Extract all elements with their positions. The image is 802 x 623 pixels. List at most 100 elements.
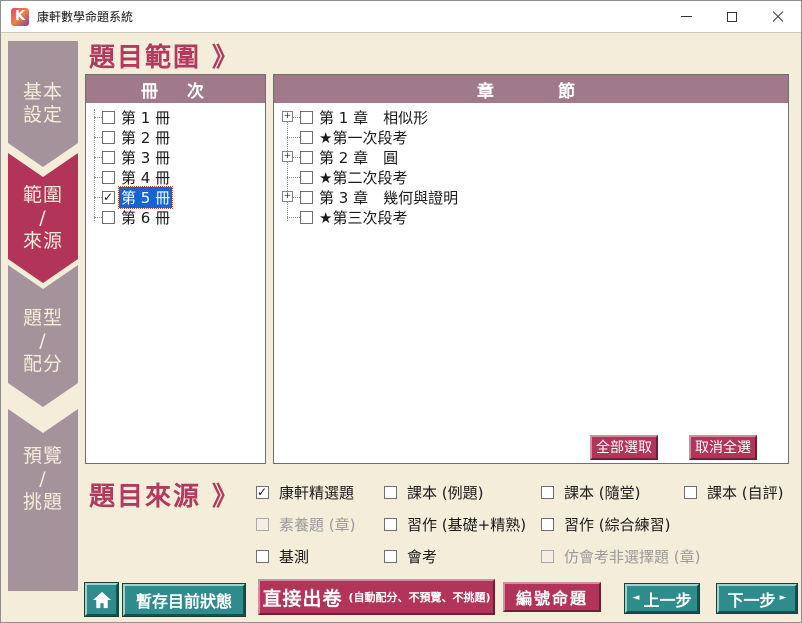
source-basic-test: ✓ 基測 — [256, 546, 309, 567]
volume-4-checkbox[interactable]: ✓ — [102, 171, 115, 184]
tab-label: 來源 — [23, 230, 63, 253]
source-literacy: ✓ 素養題 (章) — [256, 514, 355, 535]
home-button[interactable] — [85, 583, 118, 616]
chapter-row-5: + ✓ 第 3 章 幾何與證明 — [274, 187, 788, 207]
volume-1-checkbox[interactable]: ✓ — [102, 111, 115, 124]
tab-label: 題型 — [23, 307, 63, 330]
prev-step-label: 上一步 — [643, 587, 691, 611]
direct-generate-sublabel: (自動配分、不預覽、不挑題) — [348, 589, 490, 605]
chapter-3-checkbox[interactable]: ✓ — [300, 191, 313, 204]
chapter-2-label[interactable]: 第 2 章 圓 — [317, 147, 400, 168]
source-label[interactable]: 課本 (例題) — [407, 482, 483, 503]
numbered-generate-button[interactable]: 編號命題 — [503, 582, 601, 612]
source-label[interactable]: 習作 (綜合練習) — [564, 514, 670, 535]
app-window: K 康軒數學命題系統 基本 設定 範圍 / 來源 題型 / 配分 — [0, 0, 802, 623]
volume-5-checkbox[interactable]: ✓ — [102, 191, 115, 204]
volume-2-label[interactable]: 第 2 冊 — [119, 127, 172, 148]
maximize-button[interactable] — [709, 1, 755, 32]
arrow-right-icon: ► — [780, 594, 787, 603]
source-label[interactable]: 課本 (自評) — [707, 482, 783, 503]
source-label[interactable]: 課本 (隨堂) — [564, 482, 640, 503]
source-heading: 題目來源 》 — [89, 476, 240, 513]
source-workbook-basic-checkbox[interactable]: ✓ — [384, 518, 397, 531]
sidebar-tab-basic-settings[interactable]: 基本 設定 — [8, 41, 78, 167]
source-workbook-comprehensive: ✓ 習作 (綜合練習) — [541, 514, 670, 535]
source-mock-nonchoice: ✓ 仿會考非選擇題 (章) — [541, 546, 700, 567]
volumes-list: ✓ 第 1 冊 ✓ 第 2 冊 ✓ 第 3 冊 — [86, 103, 265, 463]
source-textbook-examples-checkbox[interactable]: ✓ — [384, 486, 397, 499]
app-logo-icon: K — [11, 8, 29, 26]
source-cap-exam-checkbox[interactable]: ✓ — [384, 550, 397, 563]
chapters-panel: 章 節 + ✓ 第 1 章 相似形 ✓ ★第一次段考 — [273, 74, 789, 464]
expand-plus-icon[interactable]: + — [282, 191, 293, 202]
volumes-panel-header: 冊 次 — [86, 75, 265, 103]
source-label[interactable]: 康軒精選題 — [279, 482, 354, 503]
source-literacy-checkbox: ✓ — [256, 518, 269, 531]
chapters-panel-header: 章 節 — [274, 75, 788, 103]
source-label: 素養題 (章) — [279, 514, 355, 535]
source-workbook-basic: ✓ 習作 (基礎+精熟) — [384, 514, 526, 535]
source-textbook-selfcheck-checkbox[interactable]: ✓ — [684, 486, 697, 499]
source-mock-nonchoice-checkbox: ✓ — [541, 550, 554, 563]
check-icon: ✓ — [257, 485, 267, 499]
tab-label: 挑題 — [23, 491, 63, 514]
chapter-row-1: + ✓ 第 1 章 相似形 — [274, 107, 788, 127]
volumes-panel: 冊 次 ✓ 第 1 冊 ✓ 第 2 冊 — [85, 74, 266, 464]
volume-2-checkbox[interactable]: ✓ — [102, 131, 115, 144]
expand-plus-icon[interactable]: + — [282, 151, 293, 162]
scope-heading: 題目範圍 》 — [89, 37, 240, 74]
source-textbook-inclass-checkbox[interactable]: ✓ — [541, 486, 554, 499]
chapter-row-4: ✓ ★第二次段考 — [274, 167, 788, 187]
arrow-left-icon: ◄ — [633, 594, 640, 603]
sidebar-tab-type-scoring[interactable]: 題型 / 配分 — [8, 265, 78, 407]
direct-generate-button[interactable]: 直接出卷 (自動配分、不預覽、不挑題) — [258, 579, 495, 615]
source-label[interactable]: 基測 — [279, 546, 309, 567]
volume-3-label[interactable]: 第 3 冊 — [119, 147, 172, 168]
expand-plus-icon[interactable]: + — [282, 111, 293, 122]
source-workbook-comprehensive-checkbox[interactable]: ✓ — [541, 518, 554, 531]
exam-3-checkbox[interactable]: ✓ — [300, 211, 313, 224]
source-kangxuan-checkbox[interactable]: ✓ — [256, 486, 269, 499]
chapter-2-checkbox[interactable]: ✓ — [300, 151, 313, 164]
sidebar-tab-preview-pick[interactable]: 預覽 / 挑題 — [8, 409, 78, 591]
volume-6-label[interactable]: 第 6 冊 — [119, 207, 172, 228]
sidebar-tab-scope-source[interactable]: 範圍 / 來源 — [8, 153, 78, 283]
volume-6-checkbox[interactable]: ✓ — [102, 211, 115, 224]
volume-5-label[interactable]: 第 5 冊 — [119, 187, 172, 208]
volume-3-checkbox[interactable]: ✓ — [102, 151, 115, 164]
check-icon: ✓ — [103, 190, 113, 204]
volume-row-3: ✓ 第 3 冊 — [86, 147, 265, 167]
source-basic-test-checkbox[interactable]: ✓ — [256, 550, 269, 563]
tab-label: / — [39, 207, 46, 230]
volume-1-label[interactable]: 第 1 冊 — [119, 107, 172, 128]
exam-2-checkbox[interactable]: ✓ — [300, 171, 313, 184]
volume-row-1: ✓ 第 1 冊 — [86, 107, 265, 127]
chapter-1-checkbox[interactable]: ✓ — [300, 111, 313, 124]
prev-step-button[interactable]: ◄ 上一步 — [625, 584, 699, 613]
next-step-button[interactable]: 下一步 ► — [717, 584, 797, 613]
select-all-button[interactable]: 全部選取 — [590, 435, 658, 460]
tab-label: 範圍 — [23, 184, 63, 207]
volume-4-label[interactable]: 第 4 冊 — [119, 167, 172, 188]
source-label[interactable]: 會考 — [407, 546, 437, 567]
save-state-button[interactable]: 暫存目前狀態 — [123, 584, 245, 616]
minimize-button[interactable] — [663, 1, 709, 32]
source-label[interactable]: 習作 (基礎+精熟) — [407, 514, 526, 535]
source-label: 仿會考非選擇題 (章) — [564, 546, 700, 567]
chapter-row-6: ✓ ★第三次段考 — [274, 207, 788, 227]
chapter-3-label[interactable]: 第 3 章 幾何與證明 — [317, 187, 460, 208]
volume-row-4: ✓ 第 4 冊 — [86, 167, 265, 187]
deselect-all-button[interactable]: 取消全選 — [689, 435, 757, 460]
title-bar: K 康軒數學命題系統 — [1, 1, 801, 33]
exam-1-checkbox[interactable]: ✓ — [300, 131, 313, 144]
exam-2-label[interactable]: ★第二次段考 — [317, 167, 409, 188]
volume-row-6: ✓ 第 6 冊 — [86, 207, 265, 227]
chapters-list: + ✓ 第 1 章 相似形 ✓ ★第一次段考 + ✓ 第 2 章 圓 — [274, 103, 788, 463]
tab-label: 基本 — [23, 81, 63, 104]
close-button[interactable] — [755, 1, 801, 32]
exam-3-label[interactable]: ★第三次段考 — [317, 207, 409, 228]
chapter-1-label[interactable]: 第 1 章 相似形 — [317, 107, 430, 128]
exam-1-label[interactable]: ★第一次段考 — [317, 127, 409, 148]
source-textbook-inclass: ✓ 課本 (隨堂) — [541, 482, 640, 503]
chapter-row-3: + ✓ 第 2 章 圓 — [274, 147, 788, 167]
